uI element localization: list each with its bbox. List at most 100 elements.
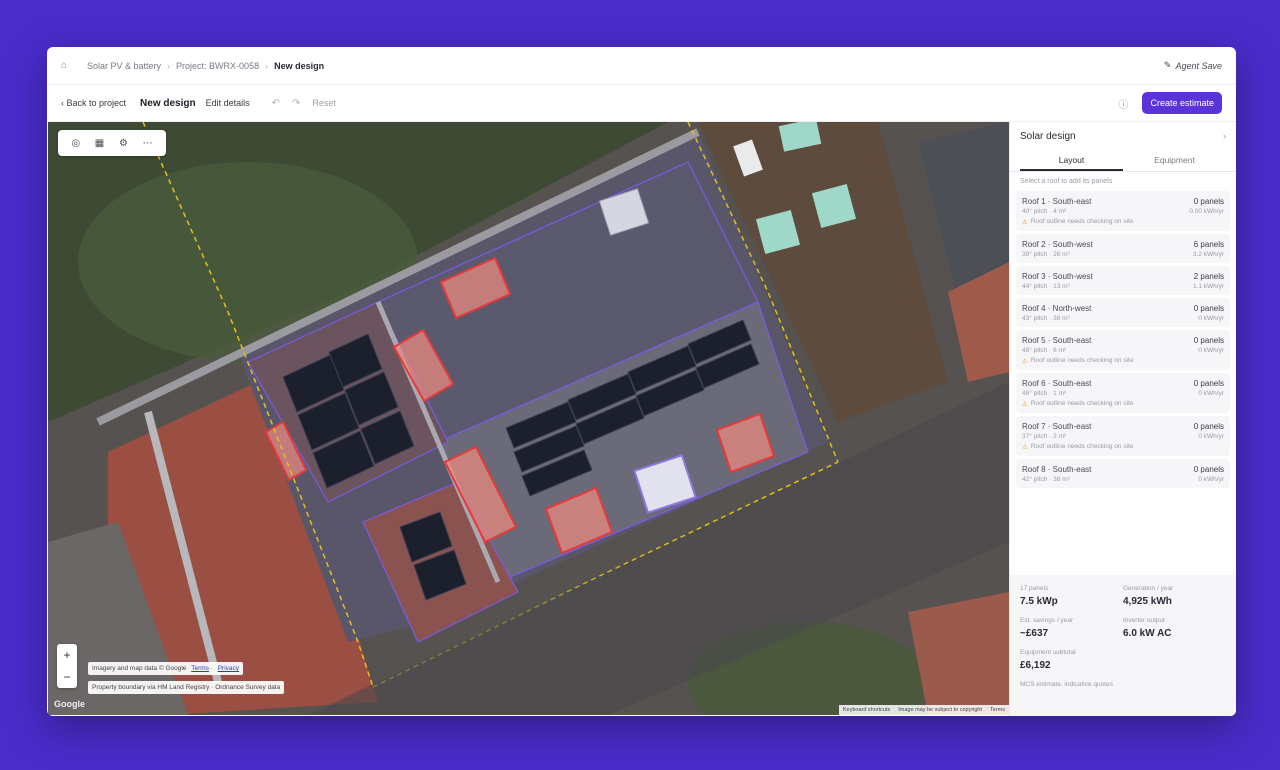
roof-yield: 0 kWh/yr — [1198, 390, 1224, 397]
roof-panel-count: 0 panels — [1193, 379, 1224, 388]
roof-meta: 40° pitch · 4 m² — [1022, 208, 1067, 215]
roof-item[interactable]: Roof 4 · North-west 0 panels 43° pitch · … — [1016, 298, 1230, 327]
roof-name: Roof 5 · South-east — [1022, 336, 1092, 345]
roof-item[interactable]: Roof 6 · South-east 0 panels 46° pitch · … — [1016, 373, 1230, 413]
zoom-out-button[interactable]: − — [63, 670, 70, 684]
roof-panel-count: 0 panels — [1193, 422, 1224, 431]
roof-name: Roof 3 · South-west — [1022, 272, 1093, 281]
roof-warning: ⚠ Roof outline needs checking on site — [1022, 218, 1224, 226]
map-toolbar: ◎ ▦ ⚙ ⋯ — [58, 130, 166, 156]
summary-inverter: Inverter output 6.0 kW AC — [1123, 617, 1226, 639]
breadcrumb-separator: › — [167, 60, 171, 71]
edit-details-button[interactable]: Edit details — [206, 98, 250, 108]
roof-warning-text: Roof outline needs checking on site — [1030, 400, 1134, 407]
roof-warning: ⚠ Roof outline needs checking on site — [1022, 357, 1224, 365]
reset-button[interactable]: Reset — [312, 98, 336, 108]
roof-panel-count: 0 panels — [1193, 304, 1224, 313]
roof-item[interactable]: Roof 1 · South-east 0 panels 40° pitch · … — [1016, 191, 1230, 231]
roof-name: Roof 2 · South-west — [1022, 240, 1093, 249]
back-label: Back to project — [66, 98, 127, 108]
warning-icon: ⚠ — [1022, 444, 1028, 451]
satellite-map[interactable]: ◎ ▦ ⚙ ⋯ + − Imagery and map data © Googl… — [48, 122, 1009, 715]
map-canvas[interactable] — [48, 122, 1009, 715]
roof-name: Roof 6 · South-east — [1022, 379, 1092, 388]
chevron-icon[interactable]: › — [1223, 131, 1226, 141]
warning-icon: ⚠ — [1022, 219, 1028, 226]
roof-warning-text: Roof outline needs checking on site — [1030, 357, 1134, 364]
home-icon[interactable]: ⌂ — [61, 60, 73, 72]
panel-hint: Select a roof to add its panels — [1020, 178, 1113, 185]
summary-equipment: Equipment subtotal £6,192 — [1020, 649, 1123, 671]
panel-tool-icon[interactable]: ▦ — [95, 138, 104, 149]
breadcrumb-current: New design — [274, 60, 325, 71]
breadcrumb: ⌂ Solar PV & battery › Project: BWRX-005… — [47, 47, 1236, 85]
map-terms-link[interactable]: Terms — [990, 707, 1005, 713]
roof-yield: 3.2 kWh/yr — [1192, 251, 1224, 258]
draw-tool-icon[interactable]: ◎ — [71, 138, 80, 149]
roof-meta: 46° pitch · 1 m² — [1022, 390, 1067, 397]
summary-label: Equipment subtotal — [1020, 649, 1076, 656]
undo-icon[interactable]: ↶ — [272, 98, 280, 109]
zoom-control: + − — [57, 644, 77, 688]
roof-panel-count: 0 panels — [1193, 336, 1224, 345]
panel-header: Solar design › — [1010, 122, 1236, 150]
roof-panel-count: 0 panels — [1193, 465, 1224, 474]
tab-equipment[interactable]: Equipment — [1123, 150, 1226, 171]
roof-yield: 0 kWh/yr — [1198, 476, 1224, 483]
summary-value: ~£637 — [1020, 628, 1049, 639]
settings-tool-icon[interactable]: ⚙ — [119, 138, 128, 149]
summary-label: Inverter output — [1123, 617, 1165, 624]
info-icon[interactable]: ⓘ — [1118, 96, 1128, 111]
roof-yield: 0 kWh/yr — [1198, 347, 1224, 354]
roof-item[interactable]: Roof 3 · South-west 2 panels 44° pitch · … — [1016, 266, 1230, 295]
roof-item[interactable]: Roof 5 · South-east 0 panels 48° pitch · … — [1016, 330, 1230, 370]
imagery-attribution: Imagery and map data © Google Terms · Pr… — [88, 662, 244, 675]
agent-save-label: Agent Save — [1175, 60, 1222, 71]
roof-panel-count: 0 panels — [1193, 197, 1224, 206]
roof-meta: 44° pitch · 13 m² — [1022, 283, 1070, 290]
toolbar: ‹ Back to project New design Edit detail… — [47, 85, 1236, 122]
roof-yield: 0 kWh/yr — [1198, 315, 1224, 322]
summary-value: £6,192 — [1020, 660, 1051, 671]
roof-name: Roof 4 · North-west — [1022, 304, 1092, 313]
summary-label: Est. savings / year — [1020, 617, 1074, 624]
redo-icon[interactable]: ↷ — [292, 98, 300, 109]
roof-item[interactable]: Roof 2 · South-west 6 panels 39° pitch · … — [1016, 234, 1230, 263]
roof-item[interactable]: Roof 7 · South-east 0 panels 37° pitch · … — [1016, 416, 1230, 456]
more-icon[interactable]: ⋯ — [143, 138, 153, 149]
roof-item[interactable]: Roof 8 · South-east 0 panels 42° pitch · … — [1016, 459, 1230, 488]
zoom-in-button[interactable]: + — [63, 648, 70, 662]
breadcrumb-item-project[interactable]: Project: BWRX-0058 — [176, 61, 259, 71]
roof-warning: ⚠ Roof outline needs checking on site — [1022, 443, 1224, 451]
back-to-project-link[interactable]: ‹ Back to project — [61, 98, 126, 108]
roof-yield: 0.00 kWh/yr — [1189, 208, 1224, 215]
copyright-note: Image may be subject to copyright — [898, 707, 983, 713]
roof-warning: ⚠ Roof outline needs checking on site — [1022, 400, 1224, 408]
roof-yield: 0 kWh/yr — [1198, 433, 1224, 440]
create-estimate-button[interactable]: Create estimate — [1142, 92, 1222, 114]
keyboard-shortcuts-link[interactable]: Keyboard shortcuts — [843, 707, 890, 713]
roof-warning-text: Roof outline needs checking on site — [1030, 218, 1134, 225]
roof-warning-text: Roof outline needs checking on site — [1030, 443, 1134, 450]
roof-panel-count: 2 panels — [1193, 272, 1224, 281]
agent-save-button[interactable]: ✎ Agent Save — [1164, 60, 1222, 71]
warning-icon: ⚠ — [1022, 401, 1028, 408]
summary-value: 6.0 kW AC — [1123, 628, 1172, 639]
roof-panel-count: 6 panels — [1193, 240, 1224, 249]
map-footer: Keyboard shortcuts Image may be subject … — [838, 705, 1009, 715]
panel-tabs: Layout Equipment — [1010, 150, 1236, 172]
tab-layout[interactable]: Layout — [1020, 150, 1123, 171]
google-logo: Google — [54, 699, 85, 709]
summary-generation: Generation / year 4,925 kWh — [1123, 585, 1226, 607]
roof-meta: 37° pitch · 2 m² — [1022, 433, 1067, 440]
roof-meta: 48° pitch · 6 m² — [1022, 347, 1067, 354]
summary-value: 7.5 kWp — [1020, 596, 1058, 607]
design-title: New design — [140, 97, 196, 109]
privacy-link[interactable]: Privacy — [218, 665, 239, 672]
breadcrumb-item-category[interactable]: Solar PV & battery — [87, 61, 161, 71]
summary-savings: Est. savings / year ~£637 — [1020, 617, 1123, 639]
summary-label: 17 panels — [1020, 585, 1049, 592]
attribution-sep: · — [210, 665, 213, 672]
app-window: ⌂ Solar PV & battery › Project: BWRX-005… — [47, 47, 1236, 716]
terms-link[interactable]: Terms — [191, 665, 209, 672]
